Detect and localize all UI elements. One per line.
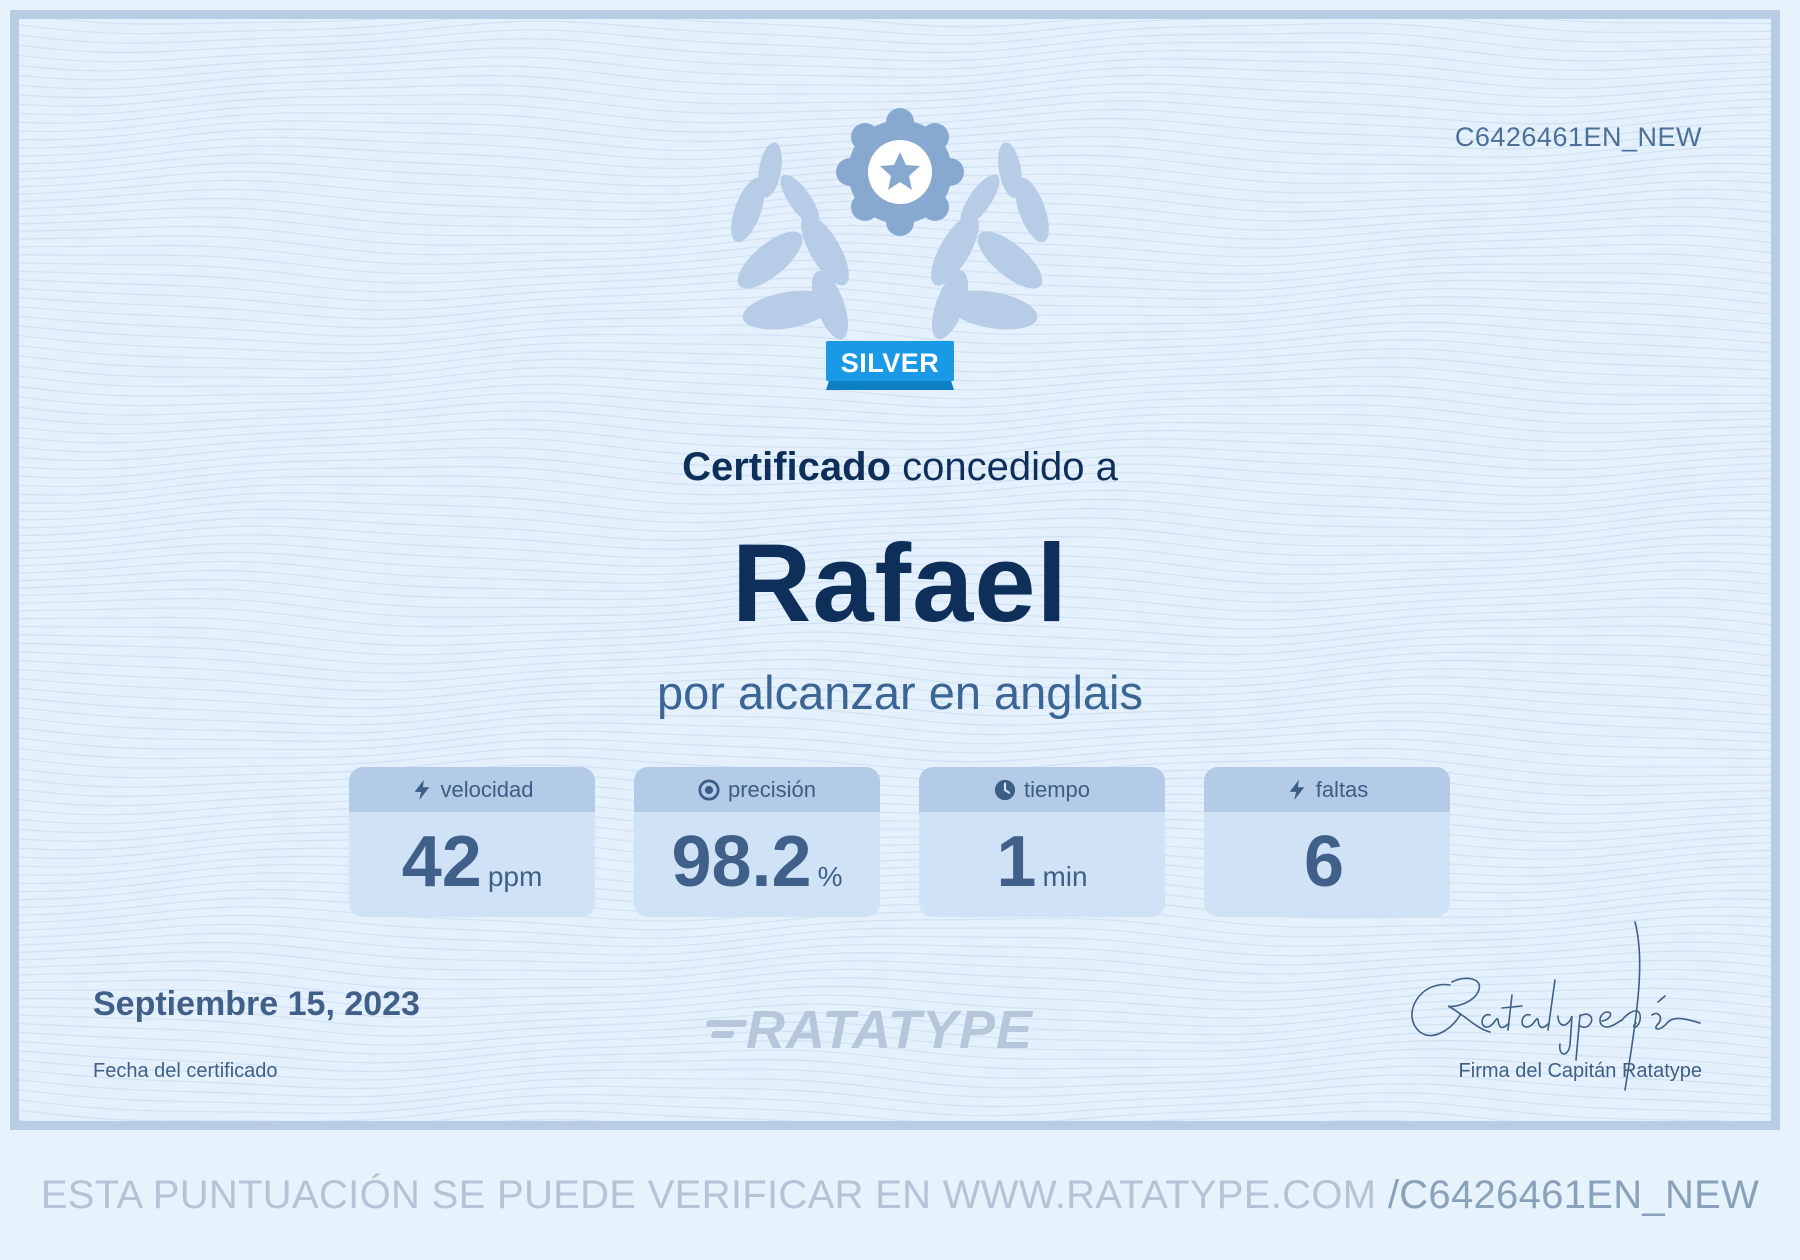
stats-row: velocidad 42 ppm precisión 98.2 % tiempo…: [349, 767, 1451, 917]
guilloche-line: [19, 738, 1771, 763]
stat-body: 42 ppm: [349, 812, 595, 917]
ratatype-logo: RATATYPE: [706, 1000, 1076, 1060]
stat-value: 1: [996, 822, 1037, 902]
verify-code: /C6426461EN_NEW: [1387, 1173, 1760, 1217]
stat-header: faltas: [1204, 767, 1450, 812]
target-icon: [698, 778, 720, 801]
signature-label: Firma del Capitán Ratatype: [1458, 1060, 1702, 1082]
guilloche-line: [19, 19, 1771, 37]
stat-body: 6: [1204, 812, 1450, 917]
stat-body: 1 min: [919, 812, 1165, 917]
verification-line: ESTA PUNTUACIÓN SE PUEDE VERIFICAR EN WW…: [0, 1173, 1800, 1218]
stat-value: 42: [401, 822, 482, 902]
stat-label: tiempo: [1023, 776, 1091, 802]
stat-header: tiempo: [919, 767, 1165, 812]
stat-header: precisión: [634, 767, 880, 812]
headline-bold: Certificado: [682, 445, 892, 489]
stat-unit: ppm: [487, 861, 543, 892]
stat-value: 6: [1303, 822, 1345, 902]
silver-badge: SILVER: [700, 100, 1080, 410]
certificate-headline: Certificado concedido a: [0, 445, 1800, 490]
stat-card-time: tiempo 1 min: [919, 767, 1165, 917]
certificate-page: C6426461EN_NEW SILVER Certificado conced…: [0, 0, 1800, 1260]
stat-unit: %: [817, 861, 843, 892]
clock-icon: [994, 779, 1016, 801]
lightning-icon: [1286, 779, 1308, 801]
stat-value: 98.2: [671, 822, 812, 902]
stat-card-accuracy: precisión 98.2 %: [634, 767, 880, 917]
stat-unit: min: [1042, 861, 1088, 892]
stat-label: precisión: [727, 776, 817, 802]
stat-card-errors: faltas 6: [1204, 767, 1450, 917]
recipient-name: Rafael: [731, 522, 1069, 645]
logo-text: RATATYPE: [746, 1000, 1033, 1060]
headline-rest: concedido a: [902, 445, 1118, 489]
lightning-icon: [411, 779, 433, 801]
badge-label: SILVER: [840, 348, 940, 378]
stat-header: velocidad: [349, 767, 595, 812]
stat-label: velocidad: [440, 776, 534, 802]
date-label: Fecha del certificado: [93, 1060, 278, 1082]
guilloche-line: [19, 489, 1771, 515]
stat-body: 98.2 %: [634, 812, 880, 917]
verify-text: ESTA PUNTUACIÓN SE PUEDE VERIFICAR EN WW…: [40, 1173, 1377, 1217]
stat-card-speed: velocidad 42 ppm: [349, 767, 595, 917]
stat-label: faltas: [1315, 776, 1369, 802]
achievement-subline: por alcanzar en anglais: [657, 666, 1143, 719]
certificate-code: C6426461EN_NEW: [1454, 122, 1702, 152]
certificate-date: Septiembre 15, 2023: [93, 985, 420, 1023]
